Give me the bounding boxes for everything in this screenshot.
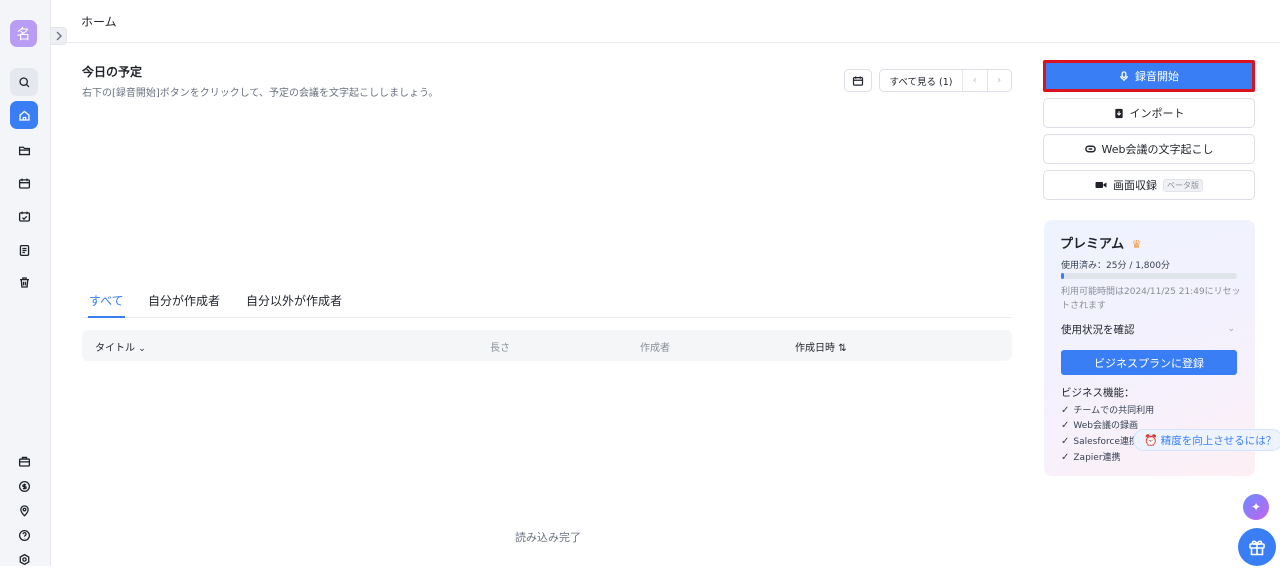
record-start-button[interactable]: 録音開始 (1043, 60, 1255, 92)
accuracy-tip-button[interactable]: ⏰ 精度を向上させるには？ (1133, 429, 1280, 451)
next-button[interactable]: › (986, 70, 1012, 91)
see-all-button[interactable]: すべて見る (1) (880, 70, 963, 91)
prev-button[interactable]: ‹ (963, 70, 987, 91)
briefcase-icon[interactable] (10, 447, 38, 475)
tab-all[interactable]: すべて (88, 292, 125, 318)
page-title: ホーム (81, 15, 117, 29)
sidebar: 名 (0, 0, 51, 566)
usage-text: 使用済み：25分 / 1,800分 (1061, 261, 1170, 271)
column-created[interactable]: 作成日時 ⇅ (795, 339, 847, 354)
column-title[interactable]: タイトル ⌄ (95, 339, 146, 354)
trash-icon[interactable] (10, 268, 38, 296)
gift-icon (1249, 540, 1265, 556)
column-creator: 作成者 (640, 343, 670, 354)
sort-icon: ⇅ (838, 343, 847, 354)
table-header: タイトル ⌄ 長さ 作成者 作成日時 ⇅ (82, 330, 1012, 361)
see-all-group: すべて見る (1) ‹ › (879, 69, 1012, 92)
chevron-down-icon: ⌄ (138, 344, 146, 354)
crown-icon: ♛ (1131, 238, 1142, 251)
web-meeting-button[interactable]: Web会議の文字起こし (1043, 134, 1255, 164)
import-button[interactable]: インポート (1043, 98, 1255, 128)
import-icon (1114, 108, 1124, 119)
feature-item: ✓ チームでの共同利用 (1061, 405, 1155, 416)
calendar-check-icon[interactable] (10, 202, 38, 230)
features-title: ビジネス機能： (1061, 387, 1135, 399)
location-icon[interactable] (10, 496, 38, 524)
check-icon: ✓ (1061, 436, 1070, 447)
avatar[interactable]: 名 (10, 20, 37, 47)
business-plan-button[interactable]: ビジネスプランに登録 (1061, 350, 1237, 375)
screen-record-label: 画面収録 (1113, 179, 1157, 192)
beta-badge: ベータ版 (1163, 178, 1203, 192)
usage-link[interactable]: 使用状況を確認 (1061, 322, 1135, 337)
chevron-down-icon[interactable]: ⌄ (1227, 324, 1235, 334)
load-complete-text: 読み込み完了 (515, 531, 581, 544)
tab-created-by-others[interactable]: 自分以外が作成者 (246, 292, 342, 318)
calendar-button[interactable] (844, 69, 872, 92)
feature-item: ✓ Salesforce連携 (1061, 436, 1139, 447)
ai-assistant-button[interactable]: ✦ (1243, 494, 1269, 520)
reset-notice: 利用可能時間は2024/11/25 21:49にリセットされます (1061, 287, 1241, 311)
calendar-icon (852, 76, 864, 86)
folder-icon[interactable] (10, 136, 38, 164)
record-start-label: 録音開始 (1135, 70, 1179, 83)
schedule-subtitle: 右下の[録音開始]ボタンをクリックして、予定の会議を文字起こししましょう。 (82, 88, 439, 99)
column-length: 長さ (490, 343, 510, 354)
microphone-icon (1119, 70, 1129, 82)
check-icon: ✓ (1061, 420, 1070, 431)
top-bar: ホーム (51, 0, 1280, 43)
sparkle-icon: ✦ (1250, 500, 1262, 514)
feature-item: ✓ Zapier連携 (1061, 452, 1121, 463)
home-icon[interactable] (10, 101, 38, 129)
schedule-title: 今日の予定 (82, 65, 143, 79)
tab-bar: すべて 自分が作成者 自分以外が作成者 (82, 292, 1012, 318)
gift-button[interactable] (1238, 528, 1276, 566)
check-icon: ✓ (1061, 452, 1070, 463)
search-icon[interactable] (10, 68, 38, 96)
screen-record-button[interactable]: 画面収録 ベータ版 (1043, 170, 1255, 200)
link-icon (1084, 145, 1096, 153)
calendar-icon[interactable] (10, 169, 38, 197)
usage-progress-fill (1061, 273, 1064, 279)
document-icon[interactable] (10, 236, 38, 264)
import-label: インポート (1129, 107, 1185, 120)
premium-title: プレミアム ♛ (1060, 237, 1142, 252)
alarm-clock-icon: ⏰ (1144, 433, 1158, 447)
web-meeting-label: Web会議の文字起こし (1101, 143, 1214, 156)
tab-created-by-me[interactable]: 自分が作成者 (148, 292, 220, 318)
check-icon: ✓ (1061, 405, 1070, 416)
settings-icon[interactable] (10, 545, 38, 573)
feature-item: ✓ Web会議の録画 (1061, 420, 1139, 431)
usage-progress-bar (1061, 273, 1237, 279)
video-camera-icon (1095, 181, 1107, 189)
